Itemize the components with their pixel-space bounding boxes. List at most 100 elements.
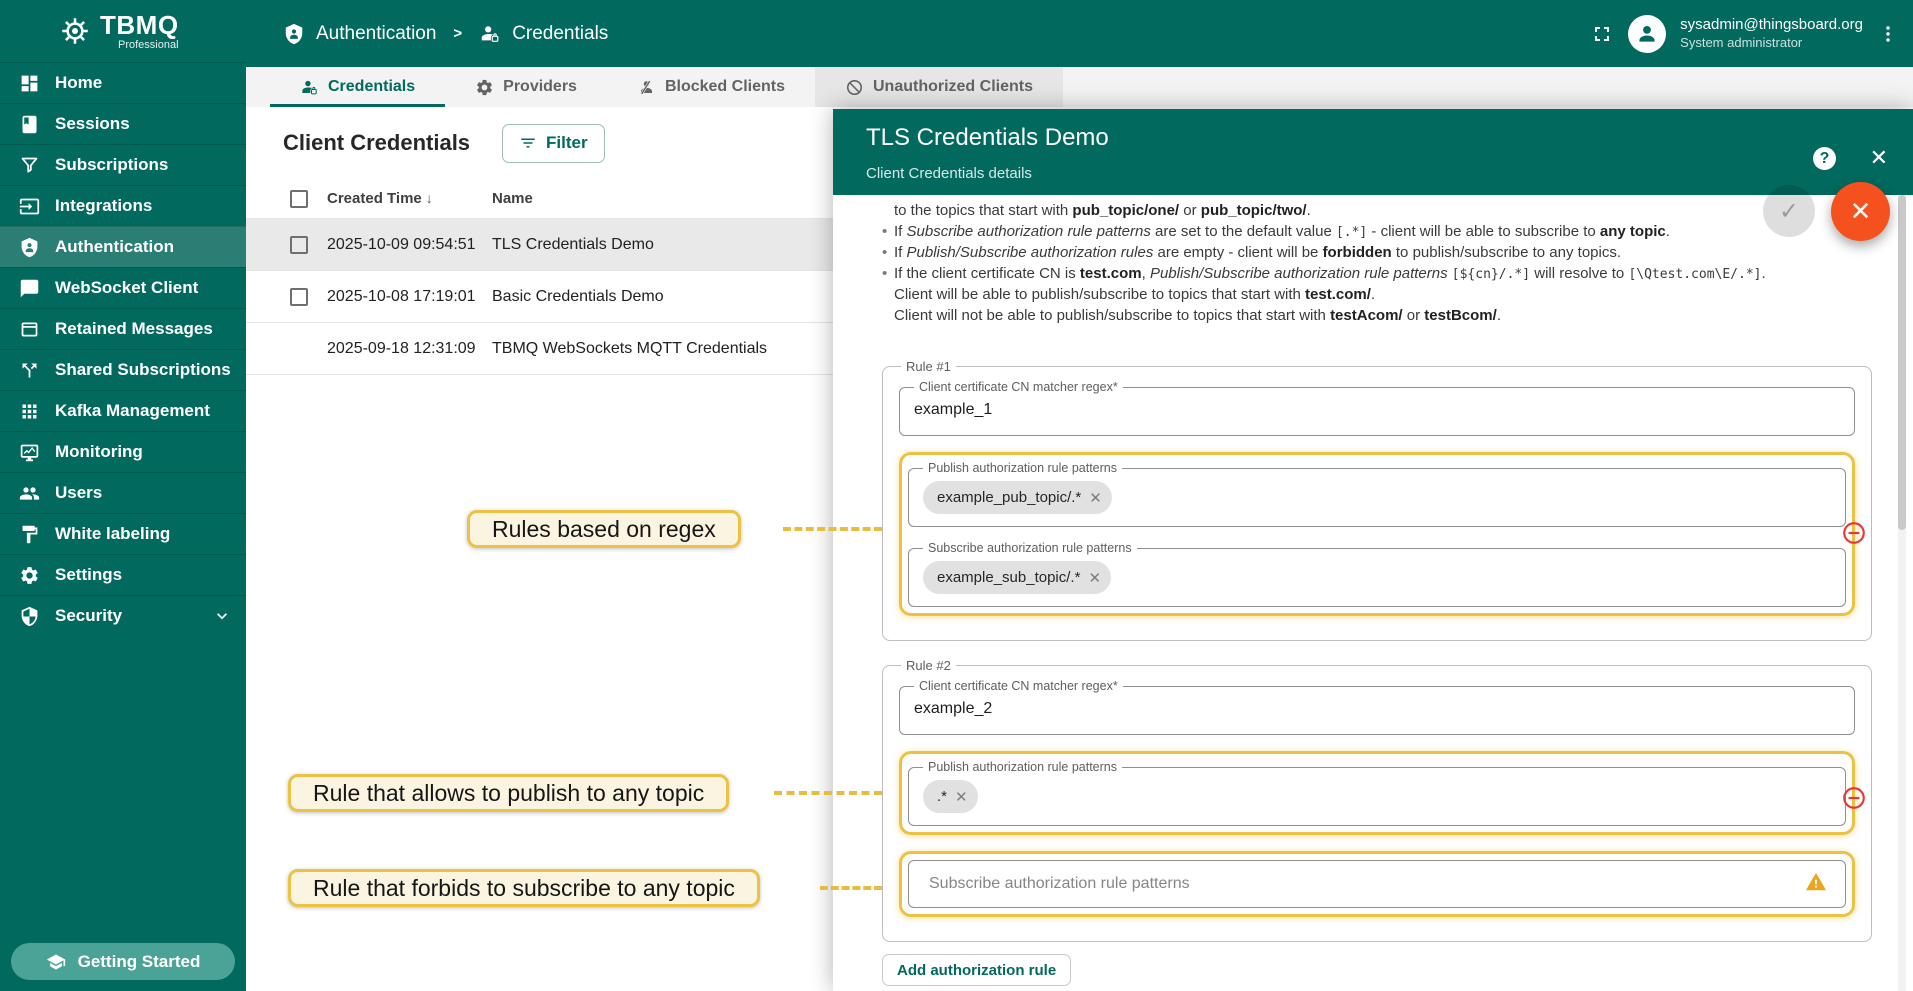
credentials-table: Created Time↓ Name 2025-10-09 09:54:51 T… — [246, 179, 833, 375]
warning-icon — [1805, 871, 1827, 898]
person-lock-icon — [300, 78, 319, 97]
close-icon[interactable]: ✕ — [1870, 145, 1888, 171]
remove-rule-button[interactable] — [1841, 785, 1867, 816]
subscribe-patterns-field[interactable]: Subscribe authorization rule patterns — [908, 860, 1846, 908]
apply-changes-fab[interactable]: ✓ — [1763, 185, 1815, 237]
sidebar-item-monitoring[interactable]: Monitoring — [0, 431, 246, 472]
cn-regex-label: Client certificate CN matcher regex* — [914, 679, 1123, 693]
logo-title: TBMQ — [100, 12, 179, 38]
chip-remove-icon[interactable]: ✕ — [1089, 489, 1102, 507]
publish-patterns-field[interactable]: Publish authorization rule patterns exam… — [908, 461, 1846, 527]
fullscreen-button[interactable] — [1590, 22, 1614, 46]
rule-legend: Rule #2 — [901, 658, 956, 673]
annotation-allow-publish-any-topic: Rule that allows to publish to any topic — [288, 774, 729, 812]
scrollbar-thumb[interactable] — [1898, 195, 1906, 530]
remove-rule-button[interactable] — [1841, 520, 1867, 551]
chat-icon — [19, 278, 40, 299]
sidebar-item-sessions[interactable]: Sessions — [0, 103, 246, 144]
top-header: Authentication > Credentials sysadmin@th… — [246, 0, 1913, 67]
panel-scrollbar[interactable] — [1898, 195, 1906, 991]
filter-button[interactable]: Filter — [502, 124, 605, 163]
chip-remove-icon[interactable]: ✕ — [955, 788, 968, 806]
annotation-connector — [774, 791, 882, 795]
sidebar-item-white-labeling[interactable]: White labeling — [0, 513, 246, 554]
breadcrumb: Authentication > Credentials — [283, 23, 608, 45]
getting-started-button[interactable]: Getting Started — [11, 943, 235, 980]
select-all-checkbox[interactable] — [290, 190, 308, 208]
row-created-time: 2025-10-08 17:19:01 — [327, 288, 492, 306]
sidebar-item-subscriptions[interactable]: Subscriptions — [0, 144, 246, 185]
help-icon[interactable]: ? — [1813, 147, 1836, 170]
tbmq-logo-icon — [58, 14, 92, 48]
user-info[interactable]: sysadmin@thingsboard.org System administ… — [1680, 16, 1863, 51]
more-menu-button[interactable] — [1877, 23, 1899, 45]
sidebar-item-shared-subscriptions[interactable]: Shared Subscriptions — [0, 349, 246, 390]
chip-remove-icon[interactable]: ✕ — [1088, 569, 1101, 587]
tab-label: Unauthorized Clients — [873, 78, 1033, 96]
add-authorization-rule-button[interactable]: Add authorization rule — [882, 954, 1071, 986]
breadcrumb-separator: > — [453, 25, 462, 42]
shield-person-icon — [19, 237, 40, 258]
sidebar-item-kafka-management[interactable]: Kafka Management — [0, 390, 246, 431]
row-checkbox[interactable] — [290, 236, 308, 254]
cn-regex-field[interactable]: Client certificate CN matcher regex* exa… — [899, 380, 1855, 436]
cn-regex-field[interactable]: Client certificate CN matcher regex* exa… — [899, 679, 1855, 735]
tab-unauthorized-clients[interactable]: Unauthorized Clients — [815, 67, 1063, 107]
column-name[interactable]: Name — [492, 190, 833, 207]
tab-providers[interactable]: Providers — [445, 67, 607, 107]
publish-patterns-field[interactable]: Publish authorization rule patterns .* ✕ — [908, 760, 1846, 826]
rule-2-fieldset: Rule #2 Client certificate CN matcher re… — [882, 658, 1872, 942]
sidebar-item-security[interactable]: Security — [0, 595, 246, 636]
sidebar-item-users[interactable]: Users — [0, 472, 246, 513]
row-checkbox[interactable] — [290, 288, 308, 306]
details-panel-body: to the topics that start with pub_topic/… — [833, 195, 1913, 986]
sessions-icon — [19, 114, 40, 135]
sidebar-item-authentication[interactable]: Authentication — [0, 226, 246, 267]
person-icon — [1634, 21, 1660, 47]
subscribe-patterns-label: Subscribe authorization rule patterns — [923, 541, 1137, 555]
apps-grid-icon — [19, 401, 40, 422]
breadcrumb-item-credentials[interactable]: Credentials — [512, 23, 608, 45]
row-name: Basic Credentials Demo — [492, 288, 833, 306]
sidebar-item-label: Users — [55, 483, 102, 503]
table-row[interactable]: 2025-09-18 12:31:09 TBMQ WebSockets MQTT… — [246, 323, 833, 375]
annotation-connector — [783, 527, 882, 531]
subscribe-patterns-field[interactable]: Subscribe authorization rule patterns ex… — [908, 541, 1846, 607]
chip-label: example_pub_topic/.* — [937, 489, 1081, 506]
panel-title: TLS Credentials Demo — [866, 124, 1913, 152]
home-icon — [19, 73, 40, 94]
input-icon — [19, 196, 40, 217]
sidebar-item-home[interactable]: Home — [0, 62, 246, 103]
discard-changes-fab[interactable]: ✕ — [1831, 182, 1890, 241]
avatar[interactable] — [1628, 15, 1666, 53]
tab-credentials[interactable]: Credentials — [270, 67, 445, 107]
publish-patterns-label: Publish authorization rule patterns — [923, 760, 1122, 774]
people-icon — [19, 483, 40, 504]
table-row[interactable]: 2025-10-09 09:54:51 TLS Credentials Demo — [246, 219, 833, 271]
funnel-icon — [19, 155, 40, 176]
tab-label: Providers — [503, 78, 577, 96]
table-row[interactable]: 2025-10-08 17:19:01 Basic Credentials De… — [246, 271, 833, 323]
panel-subtitle: Client Credentials details — [866, 165, 1913, 182]
sidebar-item-label: Shared Subscriptions — [55, 360, 231, 380]
sidebar: TBMQ Professional Home Sessions Subscrip… — [0, 0, 246, 991]
breadcrumb-item-authentication[interactable]: Authentication — [316, 23, 436, 45]
sidebar-item-retained-messages[interactable]: Retained Messages — [0, 308, 246, 349]
tbmq-logo[interactable]: TBMQ Professional — [0, 0, 246, 62]
pattern-chip: example_pub_topic/.* ✕ — [923, 481, 1112, 514]
details-panel-header: TLS Credentials Demo Client Credentials … — [833, 109, 1913, 195]
column-created-time[interactable]: Created Time↓ — [327, 190, 492, 207]
sidebar-item-settings[interactable]: Settings — [0, 554, 246, 595]
sidebar-item-label: Home — [55, 73, 102, 93]
sidebar-item-integrations[interactable]: Integrations — [0, 185, 246, 226]
cn-regex-value[interactable]: example_2 — [914, 700, 1840, 718]
rule-1-fieldset: Rule #1 Client certificate CN matcher re… — [882, 359, 1872, 641]
cn-regex-value[interactable]: example_1 — [914, 401, 1840, 419]
sidebar-item-websocket-client[interactable]: WebSocket Client — [0, 267, 246, 308]
chevron-down-icon[interactable] — [212, 606, 232, 626]
tab-blocked-clients[interactable]: Blocked Clients — [607, 67, 815, 107]
publish-any-highlight: Publish authorization rule patterns .* ✕ — [899, 751, 1855, 835]
row-name: TLS Credentials Demo — [492, 236, 833, 254]
tab-bar: Credentials Providers Blocked Clients Un… — [246, 67, 1913, 107]
gear-icon — [19, 565, 40, 586]
